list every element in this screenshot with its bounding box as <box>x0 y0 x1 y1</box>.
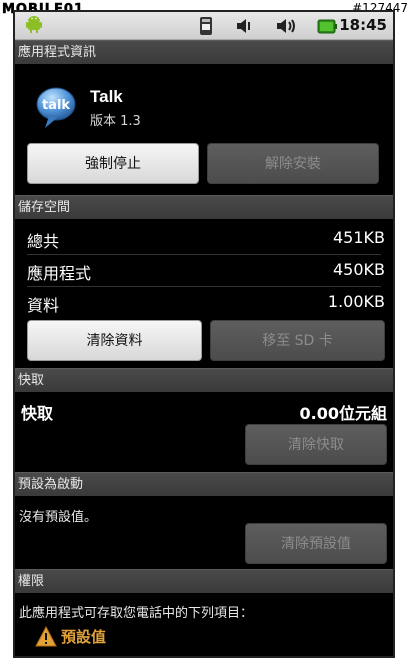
sim-icon <box>200 17 212 35</box>
storage-total-label: 總共 <box>27 232 60 251</box>
permission-item-label[interactable]: 預設值 <box>61 626 106 647</box>
row-divider <box>27 254 381 255</box>
permissions-text: 此應用程式可存取您電話中的下列項目： <box>19 606 254 621</box>
row-divider <box>27 286 381 287</box>
force-stop-button[interactable]: 強制停止 <box>27 143 199 184</box>
vibrate-icon <box>237 19 250 33</box>
talk-app-icon: talk <box>36 87 76 128</box>
storage-app-value: 450KB <box>332 260 385 279</box>
screenshot-frame: MOBILE01 #127447 18:45 應用程式資訊 talk Talk … <box>0 0 412 668</box>
storage-total-value: 451KB <box>332 228 385 247</box>
clear-defaults-button[interactable]: 清除預設值 <box>245 523 387 564</box>
storage-data-label: 資料 <box>27 296 60 315</box>
phone-screen: 18:45 應用程式資訊 talk Talk 版本 1.3 強制停止 解除安裝 … <box>15 12 393 656</box>
permissions-section-header: 權限 <box>15 569 393 593</box>
uninstall-button[interactable]: 解除安裝 <box>207 143 379 184</box>
talk-icon-text: talk <box>42 98 70 113</box>
clear-data-button[interactable]: 清除資料 <box>27 320 202 361</box>
storage-data-value: 1.00KB <box>327 292 385 311</box>
storage-section-header: 儲存空間 <box>15 195 393 219</box>
defaults-text: 沒有預設值。 <box>19 510 98 525</box>
defaults-section-header: 預設為啟動 <box>15 472 393 496</box>
battery-icon <box>317 19 337 34</box>
cache-value: 0.00位元組 <box>299 404 387 423</box>
move-to-sd-button[interactable]: 移至 SD 卡 <box>210 320 385 361</box>
status-time: 18:45 <box>339 16 387 34</box>
cache-label: 快取 <box>21 404 54 423</box>
android-notification-icon <box>26 16 42 33</box>
warning-icon <box>35 626 57 647</box>
storage-app-label: 應用程式 <box>27 264 92 283</box>
app-name: Talk <box>90 87 123 106</box>
cache-section-header: 快取 <box>15 368 393 392</box>
volume-icon <box>277 19 295 33</box>
app-version: 版本 1.3 <box>90 114 141 129</box>
page-title: 應用程式資訊 <box>15 40 393 64</box>
clear-cache-button[interactable]: 清除快取 <box>245 424 387 465</box>
status-bar: 18:45 <box>15 12 393 40</box>
